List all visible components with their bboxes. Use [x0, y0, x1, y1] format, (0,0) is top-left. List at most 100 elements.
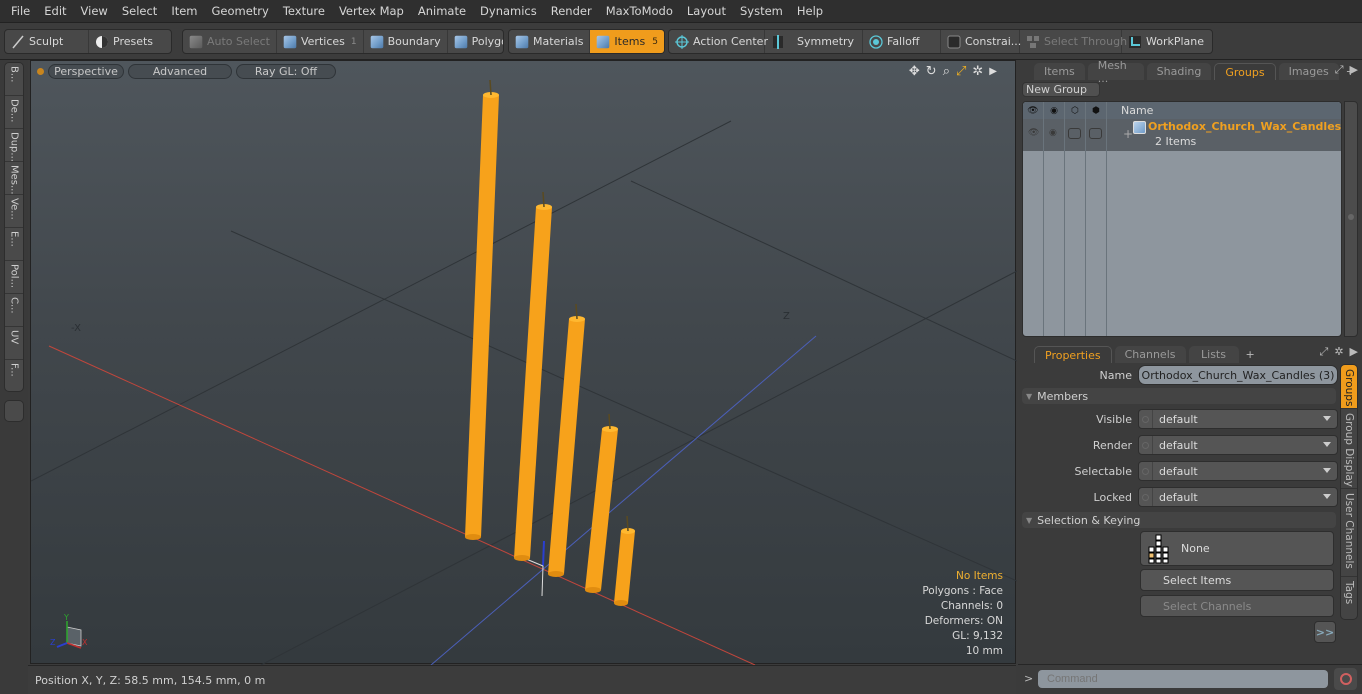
left-tab-mesh-edit[interactable]: Mes...	[5, 162, 23, 195]
left-tab-curve[interactable]: C...	[5, 294, 23, 327]
polygons-button[interactable]: Polygons	[448, 30, 503, 53]
command-input[interactable]	[1038, 670, 1328, 688]
menu-view[interactable]: View	[74, 4, 115, 18]
selection-keying-section[interactable]: ▼ Selection & Keying	[1022, 512, 1336, 528]
presets-button[interactable]: Presets	[89, 30, 159, 53]
select-channels-button[interactable]: Select Channels	[1140, 595, 1334, 617]
selectable-dropdown[interactable]: default	[1138, 461, 1338, 481]
new-group-button[interactable]: New Group	[1022, 82, 1100, 97]
group-name[interactable]: Orthodox_Church_Wax_Candles...	[1148, 120, 1341, 133]
tab-items[interactable]: Items	[1034, 63, 1085, 80]
tab-groups[interactable]: Groups	[1214, 63, 1276, 80]
menu-edit[interactable]: Edit	[37, 4, 73, 18]
view-mode-dropdown[interactable]: Perspective	[48, 63, 124, 79]
menu-texture[interactable]: Texture	[276, 4, 332, 18]
tab-images[interactable]: Images	[1278, 63, 1339, 80]
tab-mesh[interactable]: Mesh ...	[1087, 59, 1144, 85]
candles-group[interactable]	[465, 79, 635, 606]
menu-select[interactable]: Select	[115, 4, 164, 18]
menu-render[interactable]: Render	[544, 4, 599, 18]
candle-body[interactable]	[514, 207, 552, 558]
left-tab-deform[interactable]: De...	[5, 96, 23, 129]
more-arrow-icon[interactable]: ▶	[989, 66, 997, 77]
visible-dropdown[interactable]: default	[1138, 409, 1338, 429]
3d-viewport[interactable]: -X Z Y X Z Perspective Advanced Ray GL: …	[30, 60, 1017, 665]
gear-icon[interactable]: ✲	[1334, 345, 1343, 359]
add-property-tab-button[interactable]: +	[1242, 346, 1259, 363]
row-select-toggle[interactable]	[1089, 128, 1102, 139]
record-macro-button[interactable]	[1334, 668, 1357, 690]
menu-help[interactable]: Help	[790, 4, 830, 18]
menu-animate[interactable]: Animate	[411, 4, 473, 18]
vertices-button[interactable]: Vertices 1	[277, 30, 364, 53]
menu-vertex-map[interactable]: Vertex Map	[332, 4, 411, 18]
constraints-button[interactable]: Constrai...	[941, 30, 1021, 53]
menu-geometry[interactable]: Geometry	[205, 4, 276, 18]
render-dropdown[interactable]: default	[1138, 435, 1338, 455]
boundary-button[interactable]: Boundary	[364, 30, 448, 53]
side-tab-groups[interactable]: Groups	[1341, 365, 1357, 409]
name-field[interactable]: Orthodox_Church_Wax_Candles (3)	[1138, 365, 1338, 385]
menu-system[interactable]: System	[733, 4, 790, 18]
maximize-icon[interactable]: ⤢	[956, 64, 966, 79]
side-tab-user-channels[interactable]: User Channels	[1341, 489, 1357, 577]
candle-body[interactable]	[465, 95, 499, 537]
workplane-button[interactable]: WorkPlane	[1122, 30, 1210, 53]
items-button[interactable]: Items 5	[590, 30, 664, 53]
select-through-button[interactable]: Select Through	[1020, 30, 1127, 53]
render-column-icon[interactable]: ◉	[1044, 102, 1065, 119]
selection-set-button[interactable]: None	[1140, 531, 1334, 566]
left-tab-extra[interactable]	[4, 400, 24, 422]
locked-dropdown[interactable]: default	[1138, 487, 1338, 507]
raygl-toggle[interactable]: Ray GL: Off	[236, 63, 336, 79]
candle-body[interactable]	[548, 319, 585, 574]
more-button[interactable]: >>	[1314, 621, 1336, 643]
action-center-button[interactable]: Action Center	[669, 30, 768, 53]
tab-properties[interactable]: Properties	[1034, 346, 1112, 363]
expand-plus-icon[interactable]: +	[1123, 127, 1133, 141]
expand-icon[interactable]: ⤢	[1335, 63, 1344, 77]
tab-lists[interactable]: Lists	[1188, 346, 1239, 363]
menu-item[interactable]: Item	[164, 4, 204, 18]
menu-layout[interactable]: Layout	[680, 4, 733, 18]
rotate-icon[interactable]: ↻	[926, 64, 937, 79]
row-visibility-icon[interactable]: 👁	[1028, 128, 1039, 138]
groups-list-scrollbar[interactable]	[1344, 101, 1358, 337]
menu-maxtomodo[interactable]: MaxToModo	[599, 4, 680, 18]
visibility-column-icon[interactable]: 👁	[1023, 102, 1044, 119]
gear-icon[interactable]: ✲	[972, 64, 983, 79]
left-tab-edge[interactable]: E...	[5, 228, 23, 261]
tab-shading[interactable]: Shading	[1146, 63, 1212, 80]
auto-select-button[interactable]: Auto Select	[183, 30, 277, 53]
members-section[interactable]: ▼ Members	[1022, 388, 1336, 404]
left-tab-basic[interactable]: B...	[5, 63, 23, 96]
panel-menu-arrow-icon[interactable]: ▶	[1350, 63, 1358, 77]
sculpt-button[interactable]: Sculpt	[5, 30, 89, 53]
row-lock-toggle[interactable]	[1068, 128, 1081, 139]
panel-menu-arrow-icon[interactable]: ▶	[1350, 345, 1358, 359]
left-tab-polygon[interactable]: Pol...	[5, 261, 23, 294]
side-tab-tags[interactable]: Tags	[1341, 577, 1357, 619]
pan-icon[interactable]: ✥	[909, 64, 920, 79]
falloff-button[interactable]: Falloff	[863, 30, 941, 53]
menu-dynamics[interactable]: Dynamics	[473, 4, 544, 18]
left-tab-duplicate[interactable]: Dup...	[5, 129, 23, 162]
group-row[interactable]: 👁 ◉ + Orthodox_Church_Wax_Candles... 2 I…	[1023, 119, 1341, 151]
menu-file[interactable]: File	[4, 4, 37, 18]
expand-icon[interactable]: ⤢	[1320, 345, 1329, 359]
select-items-button[interactable]: Select Items	[1140, 569, 1334, 591]
left-tab-uv[interactable]: UV	[5, 327, 23, 360]
row-render-icon[interactable]: ◉	[1049, 128, 1057, 138]
shading-dropdown[interactable]: Advanced	[128, 63, 232, 79]
name-column-header[interactable]: Name	[1107, 104, 1153, 117]
select-column-icon[interactable]: ⬢	[1086, 102, 1107, 119]
side-tab-group-display[interactable]: Group Display	[1341, 409, 1357, 489]
zoom-icon[interactable]: ⌕	[943, 64, 950, 79]
tab-channels[interactable]: Channels	[1114, 346, 1186, 363]
lock-column-icon[interactable]: ⬡	[1065, 102, 1086, 119]
candle-body[interactable]	[614, 531, 635, 603]
viewport-options-dot[interactable]	[37, 67, 44, 75]
symmetry-button[interactable]: Symmetry	[765, 30, 863, 53]
materials-button[interactable]: Materials	[509, 30, 591, 53]
left-tab-fusion[interactable]: F...	[5, 360, 23, 393]
